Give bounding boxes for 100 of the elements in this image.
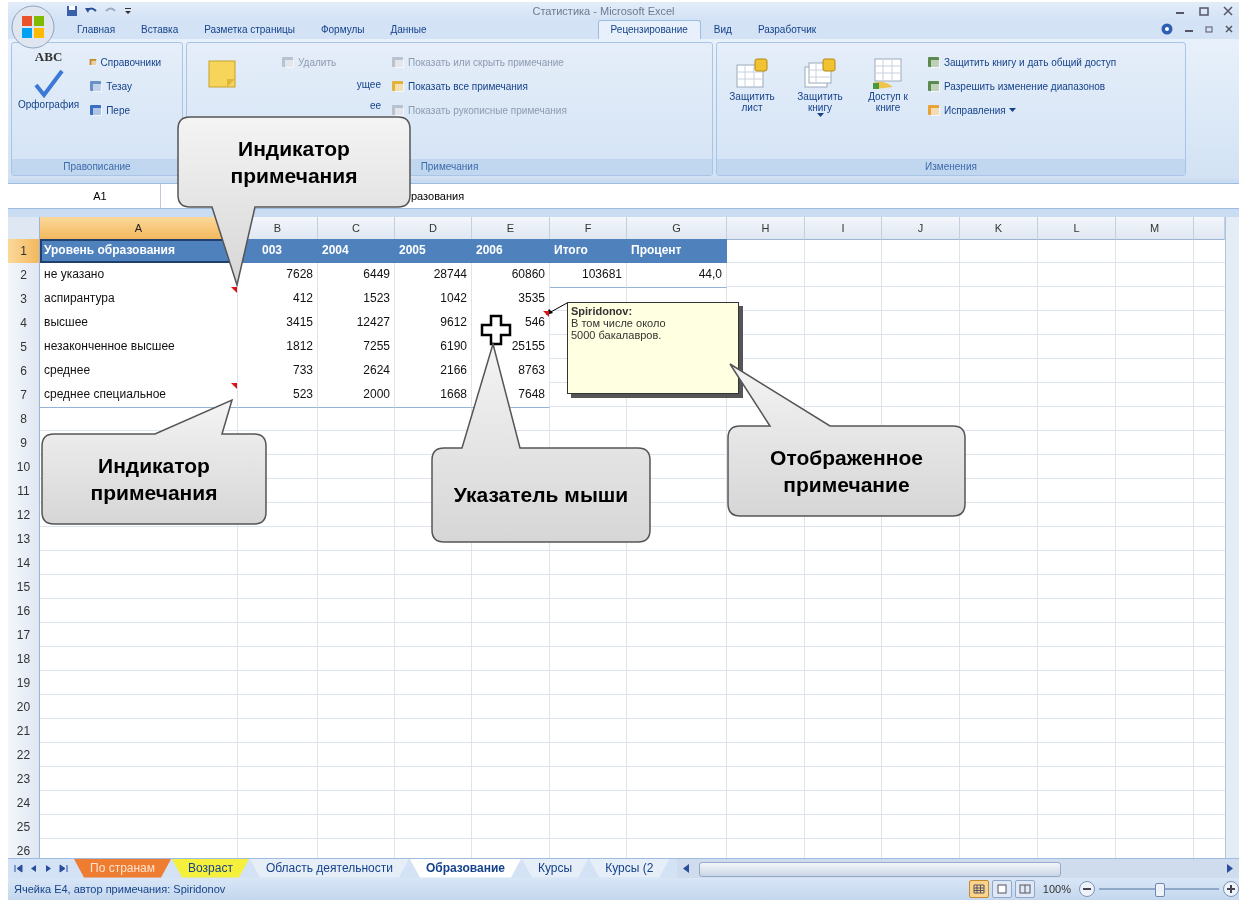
row-header[interactable]: 11 xyxy=(8,478,40,504)
callout-text: Индикатор примечания xyxy=(89,452,219,506)
scroll-right-icon[interactable] xyxy=(1227,863,1233,873)
row-header[interactable]: 7 xyxy=(8,382,40,408)
small-tool-icon xyxy=(281,55,295,70)
view-button[interactable] xyxy=(968,879,989,898)
window-title: Статистика - Microsoft Excel xyxy=(531,4,676,17)
close-icon[interactable] xyxy=(1225,25,1233,34)
ribbon-tab[interactable]: Рецензирование xyxy=(597,20,701,40)
row-header[interactable]: 4 xyxy=(8,310,40,336)
caret-icon xyxy=(816,113,824,119)
row-header[interactable]: 2 xyxy=(8,262,40,288)
zoom-in-button[interactable] xyxy=(1223,880,1239,897)
row-header[interactable]: 24 xyxy=(8,790,40,816)
last-sheet-icon[interactable] xyxy=(59,863,68,873)
vertical-scrollbar[interactable] xyxy=(1225,216,1239,858)
ribbon-button[interactable]: Исправления xyxy=(927,103,1117,118)
table-cell: 1812 xyxy=(238,334,318,360)
row-header[interactable]: 5 xyxy=(8,334,40,360)
row-header[interactable]: 16 xyxy=(8,598,40,624)
ribbon-tab[interactable]: Вид xyxy=(700,20,745,40)
next-sheet-icon[interactable] xyxy=(44,863,53,873)
sheet-tab[interactable]: Образование xyxy=(409,858,521,878)
ribbon-tab[interactable]: Формулы xyxy=(307,20,378,40)
table-cell: 1523 xyxy=(318,286,395,312)
sheet-tab[interactable]: Курсы (2 xyxy=(589,858,670,878)
horizontal-scrollbar[interactable] xyxy=(677,858,1239,878)
row-header[interactable]: 9 xyxy=(8,430,40,456)
table-cell: незаконченное высшее xyxy=(40,334,238,360)
table-cell: среднее специальное xyxy=(40,382,238,408)
column-header[interactable]: K xyxy=(960,216,1038,240)
name-box[interactable]: A1 xyxy=(40,183,161,208)
zoom-slider[interactable] xyxy=(1099,881,1219,896)
ribbon-button[interactable]: Защитить лист xyxy=(723,49,781,160)
header-cell: 2006 xyxy=(472,238,550,264)
row-header[interactable]: 1 xyxy=(8,238,40,264)
ribbon-button[interactable]: Доступ к книге xyxy=(859,49,917,160)
ribbon-button[interactable]: Защитить книгу и дать общий доступ xyxy=(927,55,1117,70)
ribbon-button[interactable]: ущее xyxy=(281,79,381,91)
ribbon-tab[interactable]: Разработчик xyxy=(744,20,830,40)
table-cell: среднее xyxy=(40,358,238,384)
column-header[interactable]: D xyxy=(395,216,472,240)
row-header[interactable]: 20 xyxy=(8,694,40,720)
row-header[interactable]: 13 xyxy=(8,526,40,552)
row-header[interactable]: 22 xyxy=(8,742,40,768)
row-header[interactable]: 10 xyxy=(8,454,40,480)
column-header[interactable]: E xyxy=(472,216,550,240)
ribbon-tab[interactable]: Данные xyxy=(377,20,440,40)
restore-icon[interactable] xyxy=(1205,25,1213,34)
row-header[interactable]: 15 xyxy=(8,574,40,600)
table-cell: 12427 xyxy=(318,310,395,336)
ribbon-tab[interactable]: Главная xyxy=(64,20,129,40)
close-icon[interactable] xyxy=(1223,5,1233,16)
row-header[interactable]: 3 xyxy=(8,286,40,312)
office-button[interactable] xyxy=(10,5,56,49)
scroll-thumb[interactable] xyxy=(699,861,1062,877)
table-cell: 28744 xyxy=(395,262,472,288)
ribbon-button[interactable]: ABC Орфография xyxy=(18,49,80,160)
status-text: Ячейка E4, автор примечания: Spiridonov xyxy=(14,882,227,895)
column-header[interactable]: H xyxy=(727,216,805,240)
ribbon-button[interactable]: Пере xyxy=(89,103,162,118)
row-header[interactable]: 25 xyxy=(8,814,40,840)
row-header[interactable]: 6 xyxy=(8,358,40,384)
sheet-tab[interactable]: Возраст xyxy=(172,858,249,878)
ribbon-button[interactable]: Разрешить изменение диапазонов xyxy=(927,79,1117,94)
row-header[interactable]: 8 xyxy=(8,406,40,432)
save-icon[interactable] xyxy=(66,4,78,17)
column-header[interactable]: C xyxy=(318,216,395,240)
table-cell: 2624 xyxy=(318,358,395,384)
ribbon-button[interactable]: ее xyxy=(281,100,381,112)
plus-icon xyxy=(1227,884,1235,893)
ribbon-button[interactable]: Защитить книгу xyxy=(791,49,849,160)
ribbon-button[interactable]: Тезау xyxy=(89,79,162,94)
ribbon-button[interactable]: Показать все примечания xyxy=(391,79,567,94)
column-header[interactable]: G xyxy=(627,216,727,240)
ribbon-tab[interactable]: Вставка xyxy=(128,20,192,40)
column-header[interactable]: I xyxy=(805,216,882,240)
column-header[interactable]: L xyxy=(1038,216,1116,240)
scroll-left-icon[interactable] xyxy=(683,863,690,873)
ribbon-tab[interactable]: Разметка страницы xyxy=(191,20,308,40)
help-icon[interactable] xyxy=(1161,23,1173,36)
slider-thumb[interactable] xyxy=(1155,882,1165,897)
first-sheet-icon[interactable] xyxy=(14,863,23,873)
row-header[interactable]: 17 xyxy=(8,622,40,648)
column-header[interactable]: J xyxy=(882,216,960,240)
row-header[interactable]: 12 xyxy=(8,502,40,528)
sheet-tab[interactable]: Курсы xyxy=(522,858,589,878)
row-header[interactable]: 19 xyxy=(8,670,40,696)
view-button[interactable] xyxy=(991,879,1012,898)
zoom-out-button[interactable] xyxy=(1079,880,1095,897)
sheet-tab[interactable]: Область деятельности xyxy=(249,858,409,878)
column-header[interactable]: M xyxy=(1116,216,1194,240)
ribbon-button[interactable]: Справочники xyxy=(89,55,162,70)
row-header[interactable]: 14 xyxy=(8,550,40,576)
previous-sheet-icon[interactable] xyxy=(29,863,38,873)
row-header[interactable]: 21 xyxy=(8,718,40,744)
column-header[interactable]: F xyxy=(550,216,627,240)
maximize-icon[interactable] xyxy=(1199,5,1209,16)
row-header[interactable]: 18 xyxy=(8,646,40,672)
row-header[interactable]: 23 xyxy=(8,766,40,792)
